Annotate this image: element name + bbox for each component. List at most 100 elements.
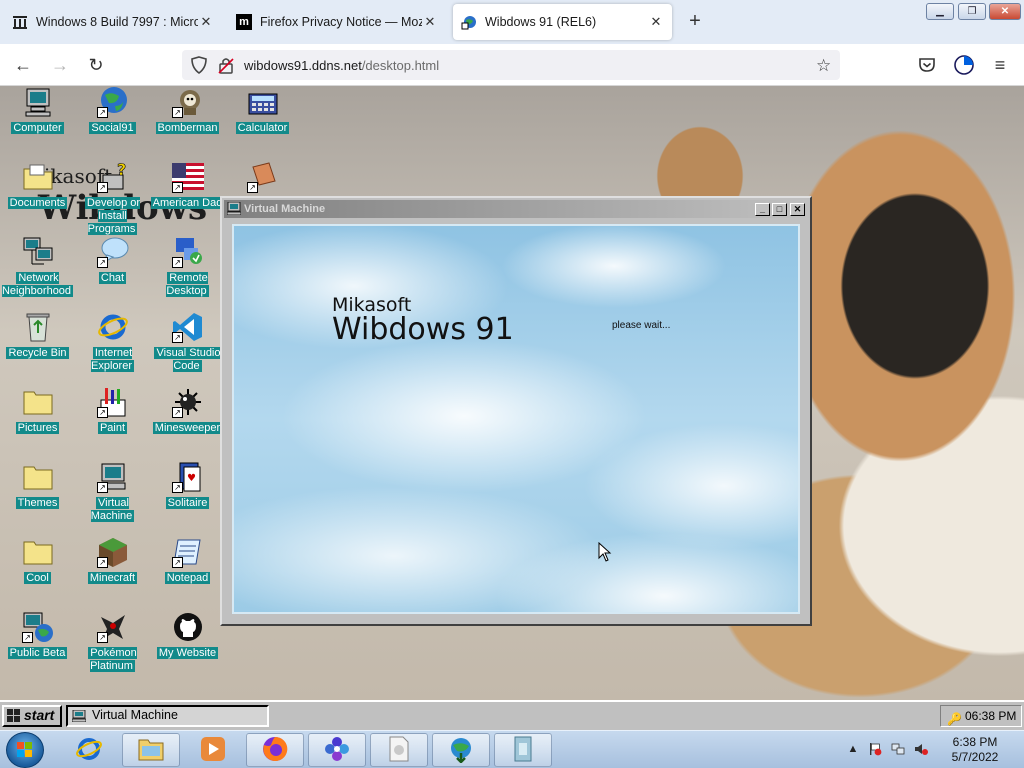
desktop-icon-calculator[interactable]: Calculator (225, 86, 300, 156)
taskbar-pin-firefox[interactable] (246, 733, 304, 767)
show-hidden-icons-icon[interactable]: ▲ (846, 742, 860, 756)
desktop-icon-my-website[interactable]: My Website (150, 611, 225, 681)
key-icon[interactable]: 🔑 (947, 709, 962, 729)
installer-icon (511, 735, 535, 766)
tab-close-icon[interactable]: ✕ (648, 14, 664, 30)
shortcut-arrow-icon: ↗ (97, 182, 108, 193)
taskbar-pin-media-player[interactable] (184, 733, 242, 767)
new-tab-button[interactable]: + (684, 10, 706, 32)
window-minimize-button[interactable]: _ (755, 203, 770, 216)
computer-icon (22, 86, 54, 118)
folder-icon (22, 536, 54, 568)
wibdows-desktop: ikasoft Wibdows Computer ↗ Social91 ↗ Bo… (0, 86, 1024, 700)
tab-close-icon[interactable]: ✕ (198, 14, 214, 30)
desktop-icon-minecraft[interactable]: ↗ Minecraft (75, 536, 150, 606)
back-arrow-icon[interactable]: ← (10, 52, 36, 78)
restore-button[interactable]: ❐ (958, 3, 986, 20)
system-tray: ▲ 6:38 PM 5/7/2022 (840, 731, 1024, 768)
icon-label: Themes (15, 497, 60, 509)
icon-label: Notepad (164, 572, 211, 584)
window-title-bar[interactable]: Virtual Machine _ □ ✕ (224, 200, 808, 218)
computer-icon (226, 201, 242, 216)
clock-time: 6:38 PM (952, 735, 998, 749)
desktop-icon-chat[interactable]: ↗ Chat (75, 236, 150, 306)
taskbar-pin-app[interactable] (308, 733, 366, 767)
desktop-icon-minesweeper[interactable]: ↗ Minesweeper (150, 386, 225, 456)
desktop-icon-solitaire[interactable]: ♥ ↗ Solitaire (150, 461, 225, 531)
wibdows-logo-icon (7, 709, 21, 722)
icon-label: Minecraft (87, 572, 138, 584)
folder-icon (137, 736, 165, 765)
tab-windows8-build[interactable]: Windows 8 Build 7997 : Microso ✕ (4, 4, 222, 40)
windows-start-orb[interactable] (6, 732, 44, 768)
tab-wibdows91[interactable]: Wibdows 91 (REL6) ✕ (453, 4, 672, 40)
desktop-icon-bomberman[interactable]: ↗ Bomberman (150, 86, 225, 156)
desktop-icon-vscode[interactable]: ↗ Visual Studio Code (150, 311, 225, 381)
computer-icon (71, 709, 87, 723)
desktop-icon-notepad[interactable]: ↗ Notepad (150, 536, 225, 606)
taskbar-pin-installer[interactable] (494, 733, 552, 767)
wibdows-taskbar: start Virtual Machine 🔑 06:38 PM (0, 700, 1024, 730)
mouse-cursor-icon (598, 541, 612, 565)
minimize-button[interactable]: ▁ (926, 3, 954, 20)
taskbar-item-virtual-machine[interactable]: Virtual Machine (66, 705, 269, 727)
icon-label: Chat (98, 272, 127, 284)
taskbar-pin-internet-explorer[interactable] (60, 733, 118, 767)
icon-label: Recycle Bin (6, 347, 69, 359)
volume-muted-icon[interactable] (914, 742, 928, 756)
network-status-icon[interactable] (891, 742, 905, 756)
desktop-icon-public-beta[interactable]: ↗ Public Beta (0, 611, 75, 681)
desktop-icon-cool[interactable]: Cool (0, 536, 75, 606)
desktop-icon-social91[interactable]: ↗ Social91 (75, 86, 150, 156)
desktop-icon-recycle-bin[interactable]: Recycle Bin (0, 311, 75, 381)
desktop-icon-themes[interactable]: Themes (0, 461, 75, 531)
calculator-icon (247, 86, 279, 118)
boot-brand-line2: Wibdows 91 (332, 312, 514, 347)
url-bar[interactable]: wibdows91.ddns.net/desktop.html ☆ (182, 50, 840, 80)
start-button[interactable]: start (2, 705, 62, 727)
tab-firefox-privacy[interactable]: m Firefox Privacy Notice — Mozilla ✕ (228, 4, 446, 40)
url-path: /desktop.html (361, 58, 440, 73)
icon-label: Computer (11, 122, 64, 134)
wibdows-clock[interactable]: 06:38 PM (965, 709, 1016, 723)
desktop-icon-documents[interactable]: Documents (0, 161, 75, 231)
bookmark-star-icon[interactable]: ☆ (816, 56, 831, 76)
icon-label: Bomberman (155, 122, 220, 134)
forward-arrow-icon[interactable]: → (47, 52, 73, 78)
desktop-icon-american-dad[interactable]: ↗ American Dad (150, 161, 225, 231)
pocket-icon[interactable] (918, 56, 936, 77)
window-maximize-button[interactable]: □ (772, 203, 787, 216)
action-center-flag-icon[interactable] (868, 742, 882, 756)
desktop-icon-computer[interactable]: Computer (0, 86, 75, 156)
virtual-machine-window[interactable]: Virtual Machine _ □ ✕ Mikasoft Wibdows 9… (220, 196, 812, 626)
shortcut-arrow-icon: ↗ (97, 107, 108, 118)
desktop-icon-paint[interactable]: ↗ Paint (75, 386, 150, 456)
github-icon (172, 611, 204, 643)
window-close-button[interactable]: ✕ (790, 203, 805, 216)
menu-hamburger-icon[interactable]: ≡ (987, 52, 1013, 78)
tab-title: Windows 8 Build 7997 : Microso (36, 15, 198, 29)
desktop-icon-network-neighborhood[interactable]: Network Neighborhood (0, 236, 75, 306)
desktop-icon-remote-desktop[interactable]: ↗ Remote Desktop (150, 236, 225, 306)
close-window-button[interactable]: ✕ (989, 3, 1021, 20)
insecure-lock-icon[interactable] (218, 56, 234, 77)
window-title: Virtual Machine (244, 203, 326, 215)
taskbar-pin-document[interactable] (370, 733, 428, 767)
giratina-icon: ↗ (97, 611, 129, 643)
shield-icon[interactable] (190, 55, 208, 78)
desktop-icon-pokemon-platinum[interactable]: ↗ Pokémon Platinum (75, 611, 150, 681)
taskbar-pin-globe-download[interactable] (432, 733, 490, 767)
vm-boot-screen[interactable]: Mikasoft Wibdows 91 please wait... (232, 224, 800, 614)
tab-close-icon[interactable]: ✕ (422, 14, 438, 30)
desktop-icon-virtual-machine[interactable]: ↗ Virtual Machine (75, 461, 150, 531)
system-clock[interactable]: 6:38 PM 5/7/2022 (940, 735, 1010, 765)
account-sync-icon[interactable] (953, 54, 975, 79)
notepad-icon: ↗ (172, 536, 204, 568)
desktop-icon-internet-explorer[interactable]: Internet Explorer (75, 311, 150, 381)
desktop-icon-pictures[interactable]: Pictures (0, 386, 75, 456)
taskbar-pin-explorer[interactable] (122, 733, 180, 767)
install-programs-icon: ? ↗ (97, 160, 129, 193)
desktop-icon-develop-install[interactable]: ? ↗ Develop or Install Programs (75, 160, 150, 235)
reload-icon[interactable]: ↻ (83, 52, 109, 78)
icon-label: Virtual Machine (90, 497, 135, 522)
